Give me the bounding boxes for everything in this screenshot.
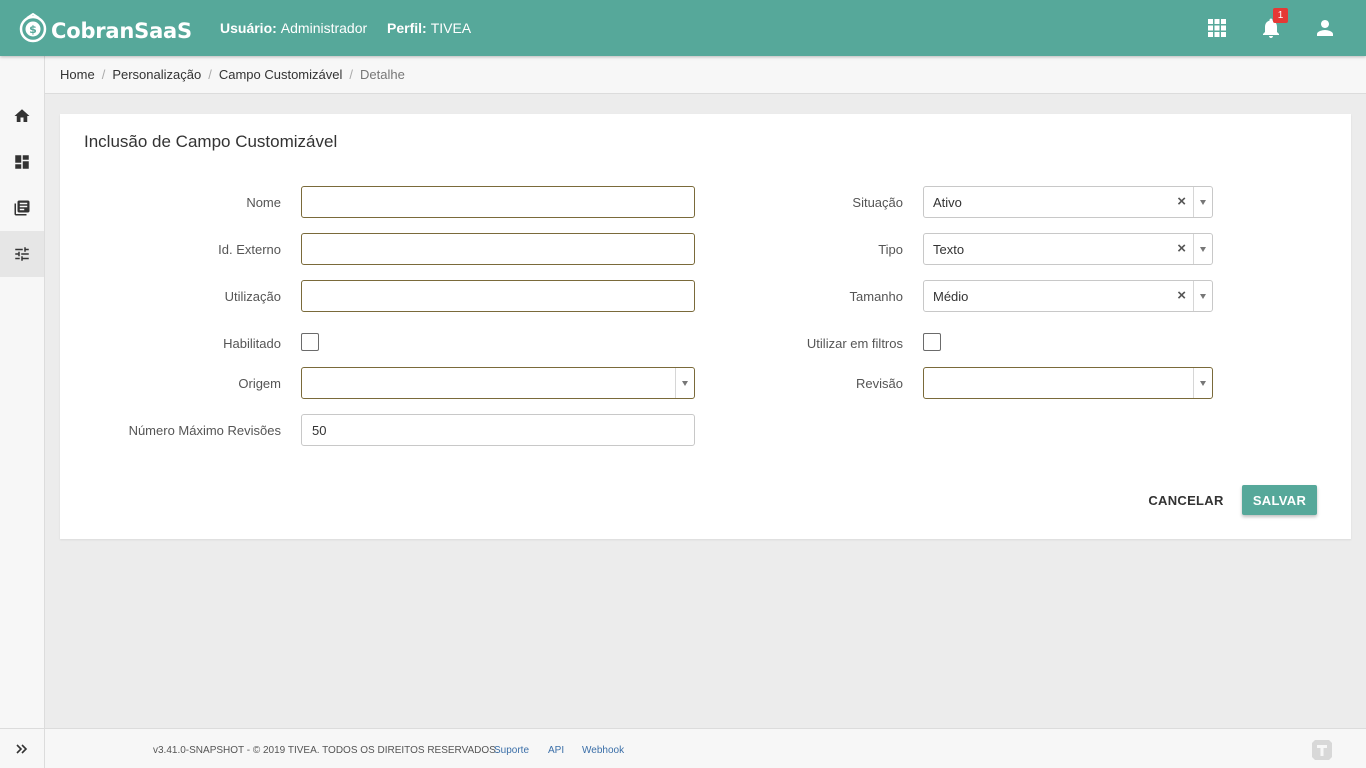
id-externo-input[interactable] (301, 233, 695, 265)
double-chevron-right-icon (16, 743, 28, 754)
origem-label: Origem (238, 376, 281, 391)
chevron-down-icon (1200, 200, 1206, 205)
breadcrumb-home[interactable]: Home (60, 67, 95, 82)
tamanho-clear-icon[interactable]: × (1177, 287, 1186, 305)
user-icon (1317, 20, 1333, 36)
max-revisoes-input[interactable] (301, 414, 695, 446)
user-label: Usuário: (220, 20, 277, 36)
footer-link-webhook[interactable]: Webhook (582, 745, 624, 756)
nome-input[interactable] (301, 186, 695, 218)
nome-label: Nome (246, 195, 281, 210)
svg-text:$: $ (29, 23, 37, 36)
home-icon (14, 109, 30, 122)
revisao-select[interactable] (923, 367, 1213, 399)
chevron-down-icon (1200, 294, 1206, 299)
breadcrumb-separator: / (208, 67, 212, 82)
max-revisoes-label: Número Máximo Revisões (128, 423, 281, 438)
revisao-label: Revisão (856, 376, 903, 391)
tipo-value: Texto (933, 242, 965, 257)
sidebar-expand-button[interactable] (0, 728, 44, 768)
user-menu-button[interactable] (1313, 16, 1337, 40)
breadcrumb-campo-customizavel[interactable]: Campo Customizável (219, 67, 343, 82)
tipo-label: Tipo (878, 242, 903, 257)
app-logo[interactable]: $ CobranSaaS (18, 11, 192, 45)
tamanho-value: Médio (933, 289, 969, 304)
profile-label: Perfil: (387, 20, 427, 36)
top-app-bar: $ CobranSaaS Usuário: Administrador Perfi… (0, 0, 1366, 56)
library-books-icon (14, 200, 30, 216)
sidebar-item-customization[interactable] (0, 231, 44, 277)
tamanho-label: Tamanho (849, 289, 903, 304)
user-info: Usuário: Administrador (220, 20, 367, 36)
origem-select[interactable] (301, 367, 695, 399)
logo-coin-icon: $ (19, 13, 47, 43)
form-card: Inclusão de Campo Customizável Nome Id. … (60, 114, 1351, 539)
tune-sliders-icon (15, 247, 29, 261)
breadcrumb-personalizacao[interactable]: Personalização (112, 67, 201, 82)
sidebar (0, 56, 45, 768)
tipo-select[interactable]: Texto × (923, 233, 1213, 265)
profile-info: Perfil: TIVEA (387, 20, 471, 36)
origem-dropdown-toggle[interactable] (675, 368, 694, 398)
notification-badge: 1 (1273, 8, 1288, 23)
tipo-clear-icon[interactable]: × (1177, 240, 1186, 258)
habilitado-checkbox[interactable] (301, 333, 319, 351)
profile-value: TIVEA (430, 20, 472, 36)
apps-button[interactable] (1205, 16, 1229, 40)
situacao-dropdown-toggle[interactable] (1193, 187, 1212, 217)
tipo-dropdown-toggle[interactable] (1193, 234, 1212, 264)
situacao-clear-icon[interactable]: × (1177, 193, 1186, 211)
chevron-down-icon (1200, 247, 1206, 252)
tivea-brand-icon (1312, 740, 1332, 760)
dashboard-icon (15, 155, 29, 169)
breadcrumb-separator: / (101, 67, 106, 82)
utilizacao-label: Utilização (224, 289, 281, 304)
chevron-down-icon (682, 381, 688, 386)
sidebar-item-home[interactable] (0, 93, 44, 139)
notifications-button[interactable]: 1 (1259, 8, 1288, 40)
cancel-button[interactable]: CANCELAR (1145, 485, 1227, 515)
utilizacao-input[interactable] (301, 280, 695, 312)
footer-link-suporte[interactable]: Suporte (494, 745, 529, 756)
footer: v3.41.0-SNAPSHOT - © 2019 TIVEA. TODOS O… (45, 728, 1366, 768)
footer-copyright: v3.41.0-SNAPSHOT - © 2019 TIVEA. TODOS O… (153, 745, 499, 756)
tamanho-dropdown-toggle[interactable] (1193, 281, 1212, 311)
situacao-label: Situação (852, 195, 903, 210)
apps-grid-icon (1208, 19, 1226, 37)
chevron-down-icon (1200, 381, 1206, 386)
page-title: Inclusão de Campo Customizável (84, 132, 338, 151)
breadcrumb-current: Detalhe (360, 67, 405, 82)
tamanho-select[interactable]: Médio × (923, 280, 1213, 312)
sidebar-item-library[interactable] (0, 185, 44, 231)
situacao-value: Ativo (933, 195, 962, 210)
habilitado-label: Habilitado (223, 336, 281, 351)
breadcrumb-separator: / (349, 67, 353, 82)
breadcrumb: Home / Personalização / Campo Customizáv… (45, 56, 1366, 94)
save-button[interactable]: SALVAR (1242, 485, 1317, 515)
utilizar-filtros-checkbox[interactable] (923, 333, 941, 351)
id-externo-label: Id. Externo (218, 242, 281, 257)
footer-link-api[interactable]: API (548, 745, 564, 756)
revisao-dropdown-toggle[interactable] (1193, 368, 1212, 398)
situacao-select[interactable]: Ativo × (923, 186, 1213, 218)
app-name: CobranSaaS (51, 19, 192, 43)
utilizar-filtros-label: Utilizar em filtros (806, 336, 903, 351)
sidebar-item-dashboard[interactable] (0, 139, 44, 185)
user-value: Administrador (280, 20, 368, 36)
